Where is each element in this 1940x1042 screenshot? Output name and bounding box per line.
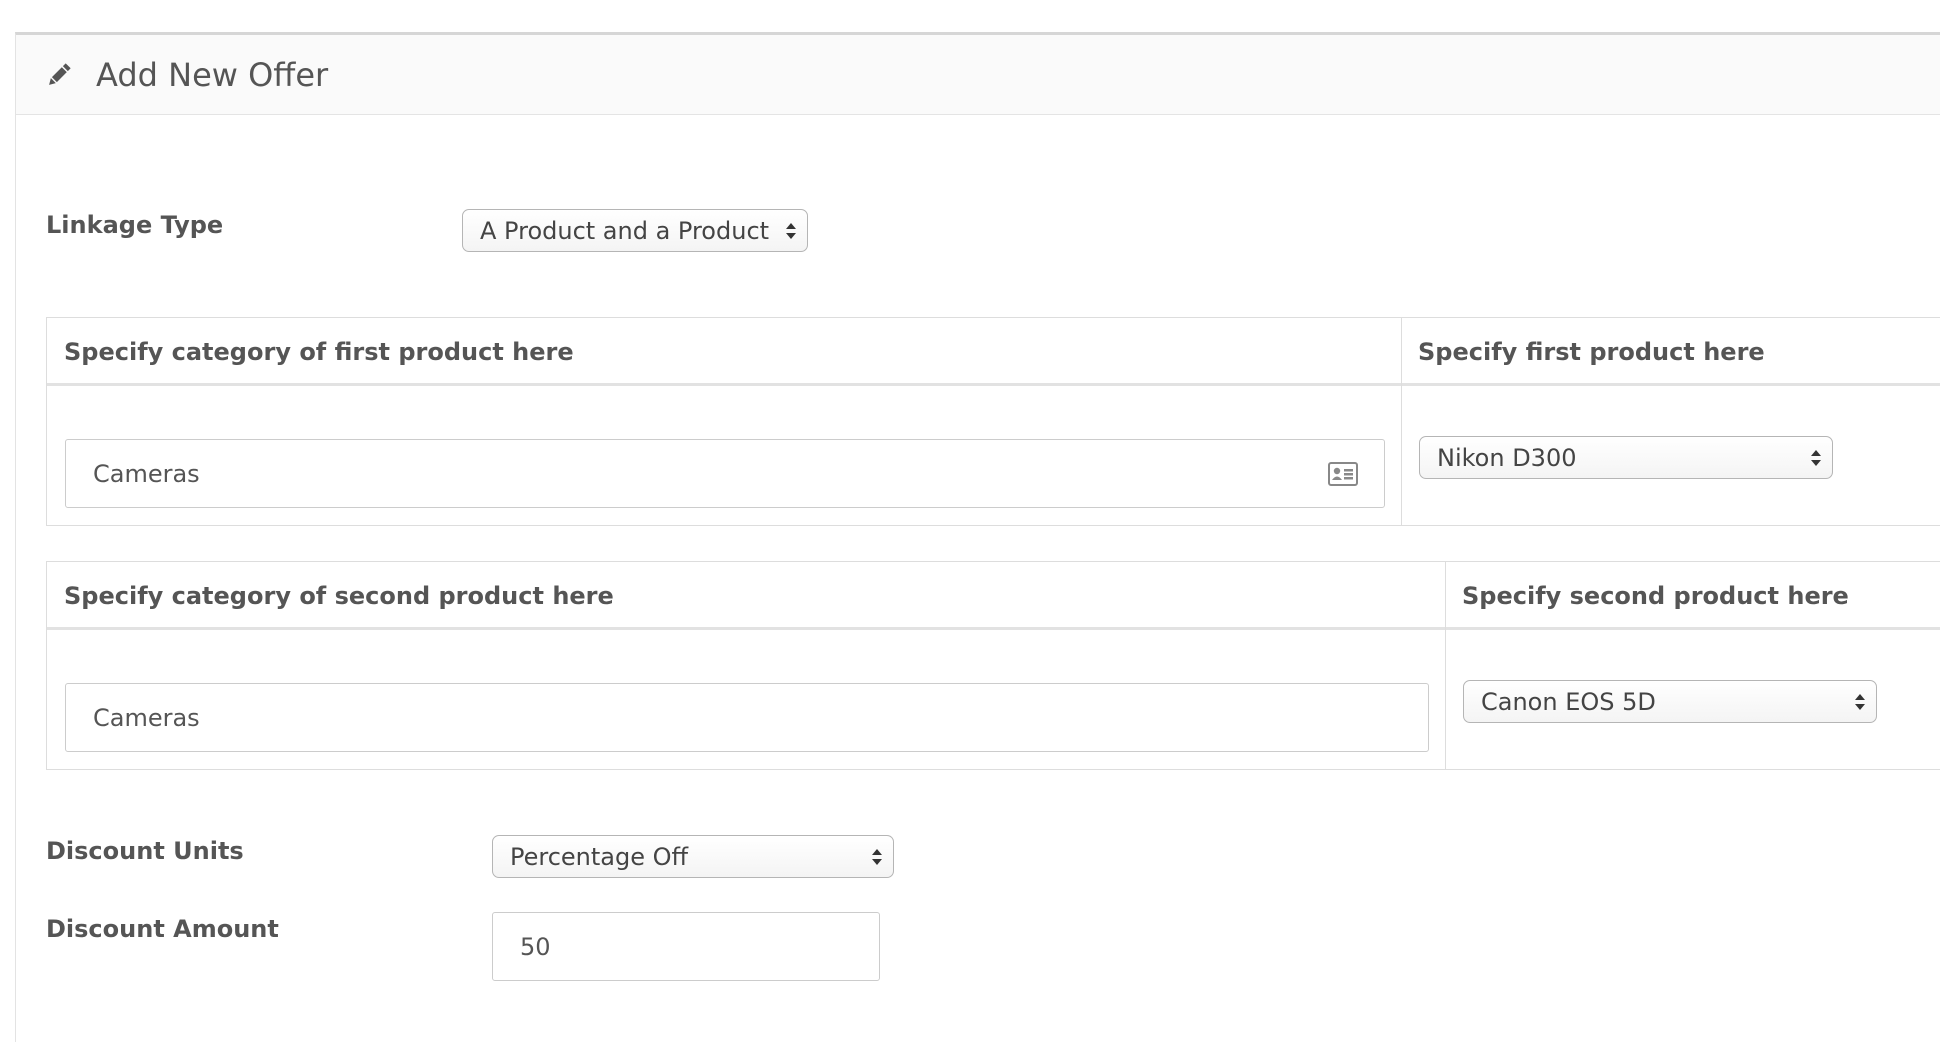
pencil-icon xyxy=(44,60,74,90)
panel-header: Add New Offer xyxy=(16,35,1940,115)
first-product-value: Nikon D300 xyxy=(1437,443,1577,472)
second-product-select[interactable]: Canon EOS 5D xyxy=(1463,680,1877,723)
table-header-row: Specify category of second product here … xyxy=(47,562,1940,630)
discount-amount-label: Discount Amount xyxy=(46,915,279,943)
discount-units-value: Percentage Off xyxy=(510,842,689,871)
second-product-header: Specify second product here xyxy=(1462,582,1849,610)
discount-units-select[interactable]: Percentage Off xyxy=(492,835,894,878)
table-header-row: Specify category of first product here S… xyxy=(47,318,1940,386)
discount-amount-value: 50 xyxy=(520,932,551,961)
linkage-type-value: A Product and a Product xyxy=(480,216,770,245)
linkage-type-label: Linkage Type xyxy=(46,211,224,239)
column-divider xyxy=(1401,318,1402,525)
select-arrows-icon xyxy=(786,222,796,239)
second-category-header: Specify category of second product here xyxy=(64,582,614,610)
discount-units-label: Discount Units xyxy=(46,837,244,865)
select-arrows-icon xyxy=(872,848,882,865)
select-arrows-icon xyxy=(1811,449,1821,466)
select-arrows-icon xyxy=(1855,693,1865,710)
second-product-table: Specify category of second product here … xyxy=(46,561,1940,770)
first-category-input[interactable]: Cameras xyxy=(65,439,1385,508)
discount-amount-input[interactable]: 50 xyxy=(492,912,880,981)
page-title: Add New Offer xyxy=(96,55,329,94)
linkage-type-select[interactable]: A Product and a Product xyxy=(462,209,808,252)
first-product-header: Specify first product here xyxy=(1418,338,1765,366)
first-category-value: Cameras xyxy=(93,459,200,488)
contact-card-icon[interactable] xyxy=(1328,461,1358,486)
first-category-header: Specify category of first product here xyxy=(64,338,574,366)
column-divider xyxy=(1445,562,1446,769)
second-category-value: Cameras xyxy=(93,703,200,732)
second-category-input[interactable]: Cameras xyxy=(65,683,1429,752)
first-product-table: Specify category of first product here S… xyxy=(46,317,1940,526)
second-product-value: Canon EOS 5D xyxy=(1481,687,1656,716)
offer-panel: Add New Offer xyxy=(15,32,1940,1042)
first-product-select[interactable]: Nikon D300 xyxy=(1419,436,1833,479)
